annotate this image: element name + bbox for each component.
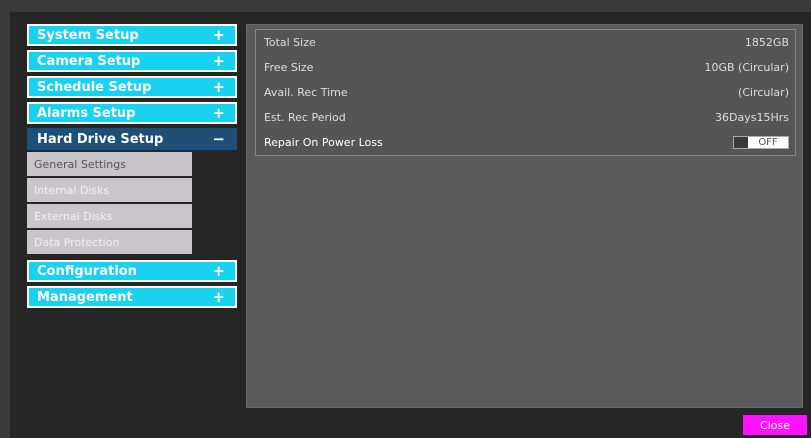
menu-label: Camera Setup: [37, 53, 141, 69]
row-label: Repair On Power Loss: [264, 136, 383, 149]
menu-label: Management: [37, 289, 133, 305]
menu-management[interactable]: Management +: [27, 286, 237, 308]
row-label: Free Size: [264, 61, 314, 74]
row-label: Total Size: [264, 36, 316, 49]
menu-label: Schedule Setup: [37, 79, 152, 95]
row-value: 36Days15Hrs: [715, 111, 789, 124]
repair-power-loss-toggle[interactable]: OFF: [733, 136, 789, 149]
info-row-total-size: Total Size 1852GB: [256, 30, 795, 55]
submenu-external-disks[interactable]: External Disks: [27, 204, 192, 230]
menu-configuration[interactable]: Configuration +: [27, 260, 237, 282]
submenu-internal-disks[interactable]: Internal Disks: [27, 178, 192, 204]
menu-label: System Setup: [37, 27, 139, 43]
menu-camera-setup[interactable]: Camera Setup +: [27, 50, 237, 72]
expand-icon: +: [212, 288, 225, 306]
expand-icon: +: [212, 262, 225, 280]
menu-label: Hard Drive Setup: [37, 131, 164, 147]
close-button[interactable]: Close: [743, 415, 807, 435]
row-label: Avail. Rec Time: [264, 86, 348, 99]
toggle-state: OFF: [758, 137, 778, 148]
info-row-free-size: Free Size 10GB (Circular): [256, 55, 795, 80]
menu-system-setup[interactable]: System Setup +: [27, 24, 237, 46]
info-row-avail-rec-time: Avail. Rec Time (Circular): [256, 80, 795, 105]
row-label: Est. Rec Period: [264, 111, 346, 124]
row-value: 1852GB: [744, 36, 789, 49]
row-value: (Circular): [738, 86, 789, 99]
submenu-data-protection[interactable]: Data Protection: [27, 230, 192, 256]
expand-icon: +: [212, 104, 225, 122]
hard-drive-info-panel: Total Size 1852GB Free Size 10GB (Circul…: [246, 24, 803, 408]
toggle-knob: [734, 137, 748, 148]
disk-info-table: Total Size 1852GB Free Size 10GB (Circul…: [255, 29, 796, 156]
menu-hard-drive-setup[interactable]: Hard Drive Setup −: [27, 128, 237, 150]
hard-drive-submenu: General Settings Internal Disks External…: [27, 152, 237, 256]
info-row-repair-on-power-loss: Repair On Power Loss OFF: [256, 130, 795, 155]
settings-sidebar: System Setup + Camera Setup + Schedule S…: [27, 24, 237, 312]
menu-label: Configuration: [37, 263, 137, 279]
expand-icon: +: [212, 26, 225, 44]
row-value: 10GB (Circular): [704, 61, 789, 74]
expand-icon: +: [212, 78, 225, 96]
expand-icon: +: [212, 52, 225, 70]
menu-schedule-setup[interactable]: Schedule Setup +: [27, 76, 237, 98]
collapse-icon: −: [212, 130, 225, 148]
submenu-general-settings[interactable]: General Settings: [27, 152, 192, 178]
menu-alarms-setup[interactable]: Alarms Setup +: [27, 102, 237, 124]
info-row-est-rec-period: Est. Rec Period 36Days15Hrs: [256, 105, 795, 130]
menu-label: Alarms Setup: [37, 105, 136, 121]
